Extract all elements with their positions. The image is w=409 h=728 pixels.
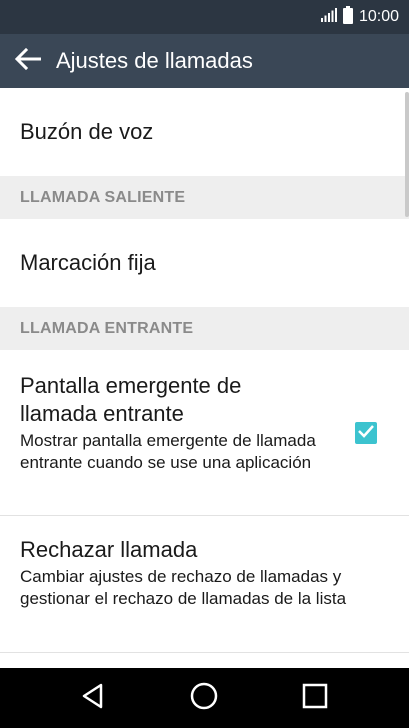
page-title: Ajustes de llamadas [56,48,253,73]
back-button[interactable] [10,43,46,79]
status-time: 10:00 [358,8,399,25]
nav-home-icon [189,681,219,716]
signal-icon [320,7,337,27]
status-icons: 10:00 [320,0,399,34]
battery-icon [342,5,353,29]
section-header-outgoing: LLAMADA SALIENTE [0,176,409,219]
reject-call-title: Rechazar llamada [20,537,198,562]
back-arrow-icon [14,47,42,75]
status-bar: 10:00 [0,0,409,34]
voicemail-label: Buzón de voz [20,119,154,144]
incoming-popup-subtitle: Mostrar pantalla emergente de llamada en… [20,431,316,472]
nav-back-icon [79,682,107,715]
settings-list[interactable]: Buzón de voz LLAMADA SALIENTE Marcación … [0,88,409,668]
check-icon [357,424,375,443]
app-bar: Ajustes de llamadas [0,34,409,88]
navigation-bar [0,668,409,728]
nav-recents-button[interactable] [298,681,332,715]
reject-call-item[interactable]: Rechazar llamada Cambiar ajustes de rech… [0,516,409,652]
nav-recents-icon [301,682,329,715]
divider [0,652,409,653]
voicemail-item[interactable]: Buzón de voz [0,88,409,176]
fixed-dialing-item[interactable]: Marcación fija [0,219,409,307]
incoming-popup-item[interactable]: Pantalla emergente de llamada entrante M… [0,350,409,515]
section-header-incoming: LLAMADA ENTRANTE [0,307,409,350]
nav-back-button[interactable] [76,681,110,715]
fixed-dialing-label: Marcación fija [20,250,156,275]
incoming-popup-checkbox[interactable] [355,422,377,444]
nav-home-button[interactable] [187,681,221,715]
scrollbar[interactable] [405,92,409,217]
incoming-popup-title: Pantalla emergente de llamada entrante [20,373,242,426]
reject-call-subtitle: Cambiar ajustes de rechazo de llamadas y… [20,567,347,608]
